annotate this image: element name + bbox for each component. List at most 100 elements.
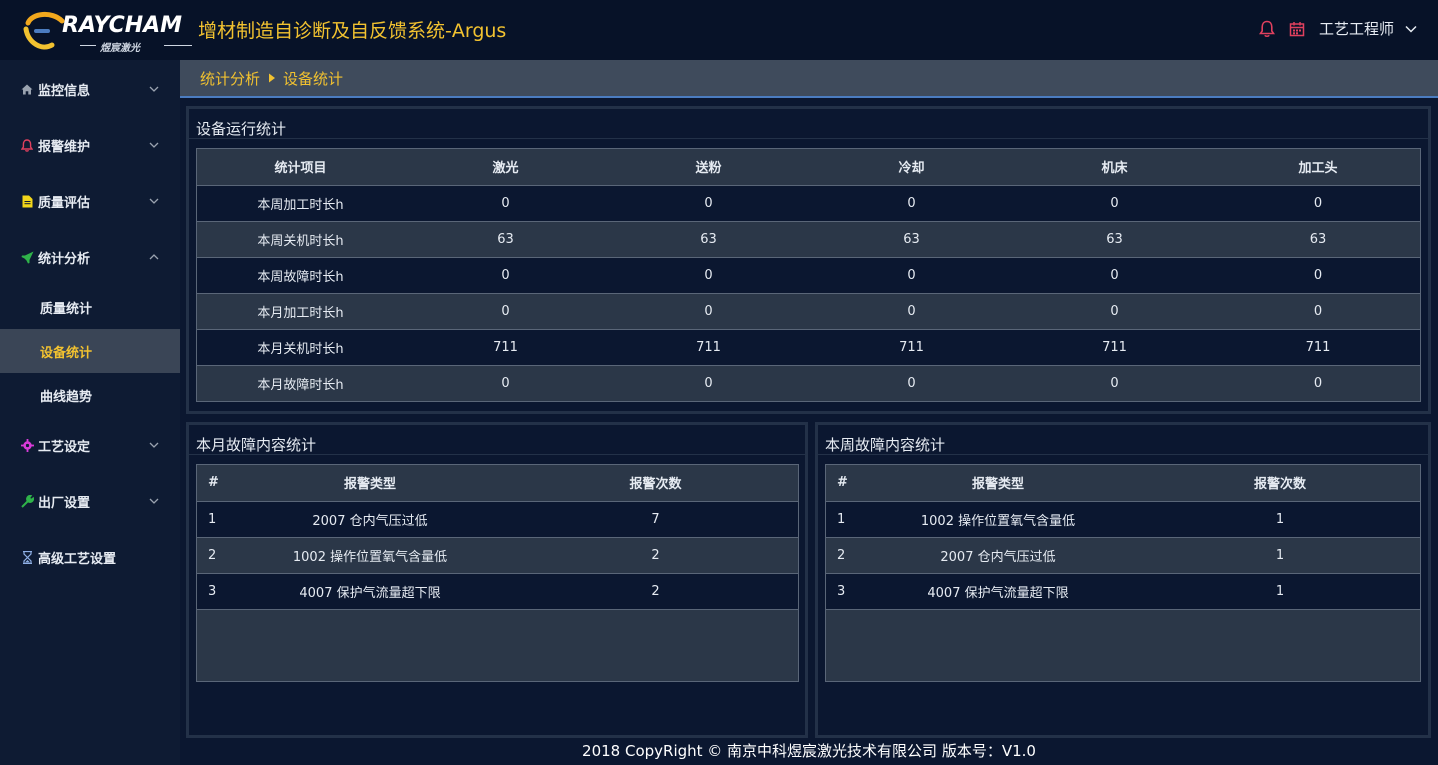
- table-row: 本月加工时长h 0 0 0 0 0: [197, 293, 1420, 330]
- breadcrumb-parent[interactable]: 统计分析: [200, 68, 260, 89]
- table-cell: 0: [810, 293, 1013, 330]
- table-cell: 3: [197, 573, 227, 610]
- table-cell: 1: [1140, 537, 1420, 574]
- column-header: 机床: [1013, 149, 1216, 186]
- table-cell: 本周关机时长h: [197, 221, 404, 258]
- sidebar-item-quality[interactable]: 质量评估: [0, 173, 180, 229]
- column-header: 激光: [404, 149, 607, 186]
- table-cell: 本月关机时长h: [197, 329, 404, 366]
- logo-rule-right: [164, 45, 192, 46]
- table-cell: 2007 仓内气压过低: [227, 501, 513, 538]
- column-header: #: [197, 465, 227, 502]
- footer-copyright: 2018 CopyRight © 南京中科煜宸激光技术有限公司 版本号：V1.0: [582, 742, 1036, 760]
- logo-rule-left: [80, 45, 96, 46]
- table-row: 本月关机时长h 711 711 711 711 711: [197, 329, 1420, 366]
- chevron-down-icon: [149, 86, 159, 92]
- table-cell: 711: [810, 329, 1013, 366]
- sidebar-item-statistics[interactable]: 统计分析: [0, 229, 180, 285]
- column-header: 加工头: [1216, 149, 1420, 186]
- sidebar-subitem-label: 设备统计: [40, 345, 93, 361]
- table-cell: 0: [607, 185, 810, 222]
- divider: [818, 454, 1428, 455]
- table-cell: 63: [1216, 221, 1420, 258]
- table-row: 3 4007 保护气流量超下限 2: [197, 573, 798, 610]
- table-cell: 0: [404, 185, 607, 222]
- device-stats-table: 统计项目 激光 送粉 冷却 机床 加工头 本周加工时长h 0 0 0 0 0 本周关机时长h…: [197, 149, 1420, 402]
- calendar-icon[interactable]: [1287, 19, 1307, 39]
- table-header-row: 统计项目 激光 送粉 冷却 机床 加工头: [197, 149, 1420, 186]
- table-cell: 63: [607, 221, 810, 258]
- table-cell: 4007 保护气流量超下限: [856, 573, 1140, 610]
- sidebar-item-alarm[interactable]: 报警维护: [0, 117, 180, 173]
- table-cell: 1002 操作位置氧气含量低: [227, 537, 513, 574]
- divider: [189, 454, 805, 455]
- table-cell: 0: [1216, 365, 1420, 402]
- table-cell: 63: [1013, 221, 1216, 258]
- table-cell: 711: [607, 329, 810, 366]
- sidebar-subitem-device-stats[interactable]: 设备统计: [0, 329, 180, 373]
- table-cell: 1: [826, 501, 856, 538]
- table-cell: 711: [404, 329, 607, 366]
- chevron-down-icon: [149, 142, 159, 148]
- table-cell: 63: [404, 221, 607, 258]
- sidebar-item-label: 统计分析: [38, 251, 91, 267]
- table-cell: 0: [1013, 185, 1216, 222]
- column-header: 报警类型: [856, 465, 1140, 502]
- table-cell: 本月故障时长h: [197, 365, 404, 402]
- device-stats-panel: 设备运行统计 统计项目 激光 送粉 冷却 机床 加工头 本周加工时长h 0 0 0 0 0…: [186, 106, 1431, 414]
- month-faults-table: # 报警类型 报警次数 1 2007 仓内气压过低 7 2 1002 操作位置氧气含量低…: [197, 465, 798, 610]
- table-cell: 1002 操作位置氧气含量低: [856, 501, 1140, 538]
- table-cell: 711: [1013, 329, 1216, 366]
- sidebar-item-advanced-process[interactable]: 高级工艺设置: [0, 529, 180, 585]
- user-menu-name[interactable]: 工艺工程师: [1319, 18, 1394, 39]
- logo-subtitle: 煜宸激光: [100, 43, 140, 54]
- panel-title: 本周故障内容统计: [825, 436, 946, 454]
- table-cell: 2: [513, 537, 798, 574]
- table-cell: 2: [513, 573, 798, 610]
- table-cell: 0: [1013, 293, 1216, 330]
- column-header: #: [826, 465, 856, 502]
- table-cell: 7: [513, 501, 798, 538]
- table-cell: 0: [404, 257, 607, 294]
- sidebar-subitem-quality-stats[interactable]: 质量统计: [0, 285, 180, 329]
- panel-title: 本月故障内容统计: [196, 436, 317, 454]
- wrench-icon: [20, 494, 34, 508]
- bell-icon[interactable]: [1257, 19, 1277, 39]
- table-row: 本周加工时长h 0 0 0 0 0: [197, 185, 1420, 222]
- table-cell: 2: [197, 537, 227, 574]
- chevron-down-icon[interactable]: [1404, 22, 1418, 36]
- table-cell: 0: [1216, 185, 1420, 222]
- table-cell: 0: [607, 293, 810, 330]
- table-cell: 0: [404, 365, 607, 402]
- sidebar-item-monitor[interactable]: 监控信息: [0, 61, 180, 117]
- sidebar-item-factory-settings[interactable]: 出厂设置: [0, 473, 180, 529]
- table-cell: 本月加工时长h: [197, 293, 404, 330]
- table-cell: 63: [810, 221, 1013, 258]
- table-cell: 0: [404, 293, 607, 330]
- chevron-down-icon: [149, 198, 159, 204]
- device-stats-table-wrap: 统计项目 激光 送粉 冷却 机床 加工头 本周加工时长h 0 0 0 0 0 本周关机时长h…: [196, 148, 1421, 402]
- table-cell: 0: [1013, 257, 1216, 294]
- table-header-row: # 报警类型 报警次数: [197, 465, 798, 502]
- sidebar-item-label: 监控信息: [38, 83, 91, 99]
- week-faults-table: # 报警类型 报警次数 1 1002 操作位置氧气含量低 1 2 2007 仓内气压过低…: [826, 465, 1420, 610]
- table-row: 2 2007 仓内气压过低 1: [826, 537, 1420, 574]
- table-cell: 0: [607, 257, 810, 294]
- sidebar: 监控信息 报警维护 质量评估 统计分析 质量统计 设备统计 曲线趋势 工艺设定 …: [0, 60, 180, 765]
- column-header: 报警次数: [1140, 465, 1420, 502]
- sidebar-subitem-curve-trend[interactable]: 曲线趋势: [0, 373, 180, 417]
- column-header: 送粉: [607, 149, 810, 186]
- logo-swoosh-icon: [23, 12, 65, 50]
- table-cell: 0: [1216, 257, 1420, 294]
- chevron-down-icon: [149, 498, 159, 504]
- sidebar-item-process-settings[interactable]: 工艺设定: [0, 417, 180, 473]
- table-cell: 4007 保护气流量超下限: [227, 573, 513, 610]
- sidebar-item-label: 报警维护: [38, 139, 91, 155]
- app-title: 增材制造自诊断及自反馈系统-Argus: [198, 20, 507, 42]
- table-row: 本周故障时长h 0 0 0 0 0: [197, 257, 1420, 294]
- week-faults-panel: 本周故障内容统计 # 报警类型 报警次数 1 1002 操作位置氧气含量低 1 2 20…: [815, 422, 1431, 738]
- month-faults-table-wrap: # 报警类型 报警次数 1 2007 仓内气压过低 7 2 1002 操作位置氧气含量低…: [196, 464, 799, 682]
- hourglass-icon: [20, 550, 34, 564]
- sidebar-subitem-label: 曲线趋势: [40, 389, 93, 405]
- column-header: 统计项目: [197, 149, 404, 186]
